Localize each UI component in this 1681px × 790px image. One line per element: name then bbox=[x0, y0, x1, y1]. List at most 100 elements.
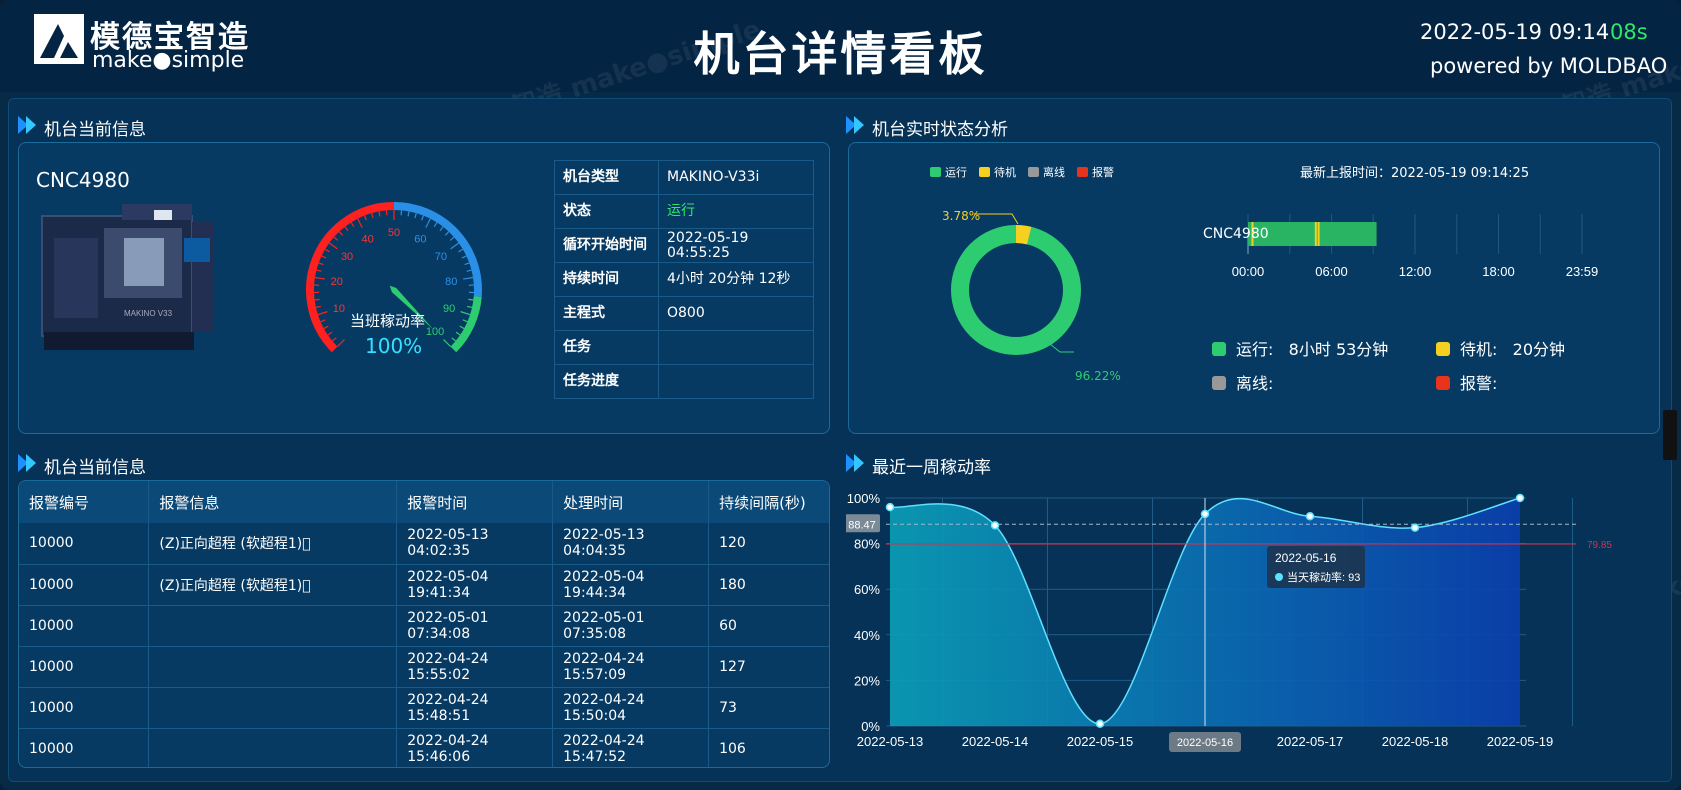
gauge-tick-label: 30 bbox=[341, 251, 353, 263]
machine-info-table: 机台类型 MAKINO-V33i 状态 运行 循环开始时间 2022-05-19 04:5… bbox=[554, 160, 814, 399]
legend-label: 待机 bbox=[994, 166, 1016, 179]
info-value: O800 bbox=[658, 296, 814, 331]
info-value: 4小时 20分钟 12秒 bbox=[658, 262, 814, 297]
gauge-tick-label: 50 bbox=[388, 227, 400, 239]
alarm-cell: 2022-04-24 15:47:52 bbox=[552, 728, 710, 767]
timeline-machine-label: CNC4980 bbox=[1203, 226, 1269, 242]
legend-item[interactable]: 待机 bbox=[979, 164, 1016, 180]
alarm-cell: (Z)正向超程 (软超程1)  bbox=[148, 564, 398, 606]
y-tick-label: 20% bbox=[854, 673, 880, 688]
legend-swatch bbox=[979, 167, 990, 177]
gauge-tick bbox=[433, 222, 438, 227]
donut-run-slice bbox=[951, 225, 1081, 355]
gauge-tick-label: 10 bbox=[333, 303, 345, 315]
legend-item[interactable]: 报警 bbox=[1077, 164, 1114, 180]
section-title-status-analysis: 机台实时状态分析 bbox=[872, 120, 1008, 140]
legend-item[interactable]: 离线 bbox=[1028, 164, 1065, 180]
alarm-row[interactable]: 10000 (Z)正向超程 (软超程1)  2022-05-13 04:02:35 2… bbox=[19, 523, 829, 565]
gauge-tick bbox=[331, 337, 337, 342]
series-point bbox=[1305, 511, 1315, 521]
info-value: 2022-05-19 04:55:25 bbox=[658, 228, 814, 263]
gauge-tick bbox=[328, 242, 338, 250]
header: 模德宝智造 make●simple 机台详情看板 2022-05-19 09:1… bbox=[0, 0, 1681, 92]
info-key: 机台类型 bbox=[554, 160, 659, 195]
offline-swatch bbox=[1212, 376, 1226, 390]
gauge-tick bbox=[444, 231, 450, 236]
gauge-tick bbox=[461, 255, 467, 259]
y-tick-label: 80% bbox=[854, 537, 880, 552]
gauge-tick bbox=[464, 262, 470, 266]
alarm-cell bbox=[148, 687, 398, 729]
alarm-cell: 10000 bbox=[19, 646, 150, 688]
gauge-tick bbox=[466, 269, 472, 272]
gauge-tick-label: 40 bbox=[362, 233, 374, 245]
alarm-cell: 106 bbox=[708, 728, 829, 767]
alarm-row[interactable]: 10000 (Z)正向超程 (软超程1)  2022-05-04 19:41:34 2… bbox=[19, 564, 829, 606]
alarm-column-header: 持续间隔(秒) bbox=[708, 481, 829, 523]
info-row: 状态 运行 bbox=[554, 194, 814, 229]
info-row: 循环开始时间 2022-05-19 04:55:25 bbox=[554, 228, 814, 263]
alarm-cell: 10000 bbox=[19, 728, 150, 767]
x-tick-label: 2022-05-19 bbox=[1487, 734, 1554, 749]
gauge-tick bbox=[421, 215, 425, 221]
alarm-row[interactable]: 10000 2022-04-24 15:48:51 2022-04-24 15:50… bbox=[19, 687, 829, 729]
alarm-row[interactable]: 10000 2022-04-24 15:46:06 2022-04-24 15:47… bbox=[19, 728, 829, 767]
header-seconds: 08s bbox=[1610, 20, 1648, 44]
section-arrow-icon bbox=[18, 454, 36, 472]
tooltip-marker bbox=[1275, 573, 1283, 581]
gauge-tick bbox=[463, 276, 474, 280]
gauge-tick bbox=[378, 211, 381, 217]
gauge-tick bbox=[443, 339, 451, 347]
alarm-cell: 2022-05-01 07:34:08 bbox=[396, 605, 554, 647]
last-report: 最新上报时间：2022-05-19 09:14:25 bbox=[1300, 166, 1530, 181]
target-label: 79.85 bbox=[1587, 540, 1612, 551]
info-key: 主程式 bbox=[554, 296, 659, 331]
side-scroll-handle[interactable] bbox=[1663, 410, 1677, 460]
info-key: 循环开始时间 bbox=[554, 228, 659, 263]
gauge-tick bbox=[321, 255, 327, 259]
alarm-column-header: 报警时间 bbox=[396, 481, 554, 523]
alarm-row[interactable]: 10000 2022-04-24 15:55:02 2022-04-24 15:57… bbox=[19, 646, 829, 688]
alarm-column-header: 报警编号 bbox=[19, 481, 150, 523]
alarm-cell bbox=[148, 728, 398, 767]
timeline-tick-label: 00:00 bbox=[1232, 264, 1265, 279]
series-point bbox=[1095, 719, 1105, 728]
legend-swatch bbox=[1077, 167, 1088, 177]
gauge-tick-label: 80 bbox=[445, 276, 457, 288]
gauge-tick bbox=[414, 213, 417, 219]
info-key: 任务 bbox=[554, 330, 659, 365]
gauge-value: 100% bbox=[365, 334, 423, 358]
alarm-cell bbox=[148, 605, 398, 647]
alarm-cell: 2022-05-04 19:41:34 bbox=[396, 564, 554, 606]
alarm-row[interactable]: 10000 2022-05-01 07:34:08 2022-05-01 07:35… bbox=[19, 605, 829, 647]
header-datetime: 2022-05-19 09:14 bbox=[1420, 20, 1610, 44]
alarm-table: 报警编号 报警信息 报警时间 处理时间 持续间隔(秒) 10000 (Z)正向超程 (软超… bbox=[19, 481, 829, 767]
gauge-tick bbox=[363, 215, 367, 221]
gauge-tick bbox=[338, 231, 344, 236]
gauge-tick bbox=[320, 319, 326, 323]
alarm-cell: 180 bbox=[708, 564, 829, 606]
info-value: MAKINO-V33i bbox=[658, 160, 814, 195]
donut-idle-leader bbox=[974, 213, 1019, 225]
dashboard-frame: 模德宝智造 make●simple 机台详情看板 2022-05-19 09:1… bbox=[0, 0, 1681, 790]
timeline-idle-mark bbox=[1314, 222, 1317, 246]
alarm-cell: 73 bbox=[708, 687, 829, 729]
alarm-cell: 2022-05-13 04:02:35 bbox=[396, 523, 554, 565]
weekly-utilization-chart[interactable]: 0% 20% 40% 60% 80% 100% 88.47 79.85 2022-05-13 20… bbox=[846, 484, 1666, 774]
alarm-column-header: 报警信息 bbox=[148, 481, 398, 523]
x-tick-label: 2022-05-18 bbox=[1382, 734, 1449, 749]
y-tick-label: 40% bbox=[854, 628, 880, 643]
legend-label: 报警 bbox=[1092, 166, 1114, 179]
chart-title: 最近一周稼动率 bbox=[872, 458, 991, 478]
gauge-tick bbox=[333, 236, 339, 241]
legend-item[interactable]: 运行 bbox=[930, 164, 967, 180]
gauge-tick bbox=[371, 213, 374, 219]
alarm-cell: 10000 bbox=[19, 605, 150, 647]
info-key: 持续时间 bbox=[554, 262, 659, 297]
alarm-cell: 2022-05-04 19:44:34 bbox=[552, 564, 710, 606]
gauge-tick bbox=[451, 337, 457, 342]
svg-text:MAKINO V33: MAKINO V33 bbox=[124, 309, 173, 318]
y-tick-label: 100% bbox=[847, 491, 881, 506]
info-row: 任务 bbox=[554, 330, 814, 365]
axis-pointer-label: 2022-05-16 bbox=[1177, 737, 1233, 749]
